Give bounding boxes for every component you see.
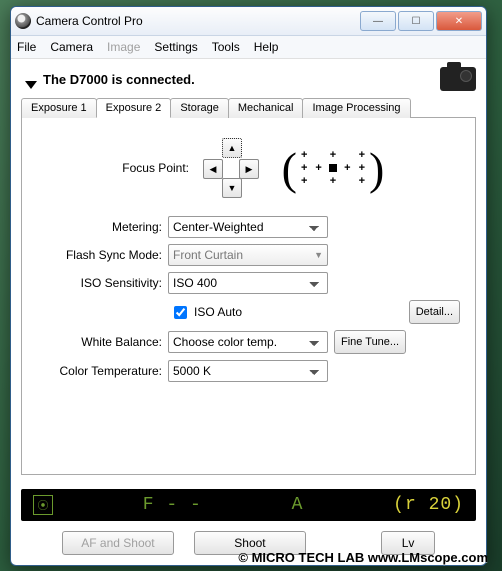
disclosure-triangle-icon[interactable] (25, 81, 37, 89)
focus-point-label: Focus Point: (104, 161, 189, 175)
dropdown-icon: ▼ (314, 250, 323, 260)
focus-up-button[interactable]: ▲ (222, 138, 242, 158)
menu-settings[interactable]: Settings (154, 40, 197, 54)
color-temp-row: Color Temperature: 5000 K (34, 360, 463, 382)
window-controls: — ☐ ✕ (358, 11, 482, 31)
focus-down-button[interactable]: ▼ (222, 178, 242, 198)
focus-left-button[interactable]: ◀ (203, 159, 223, 179)
iso-label: ISO Sensitivity: (34, 276, 162, 290)
flash-sync-row: Flash Sync Mode: Front Curtain ▼ (34, 244, 463, 266)
lcd-remaining: (r 20) (393, 495, 464, 515)
tabstrip: Exposure 1 Exposure 2 Storage Mechanical… (21, 97, 476, 118)
tab-storage[interactable]: Storage (170, 98, 229, 118)
focus-point-row: Focus Point: ▲ ◀ ▶ ▼ ( +++ ++++ +++ ) (34, 138, 463, 198)
camera-icon (440, 67, 476, 91)
af-point-grid: +++ ++++ +++ (297, 148, 369, 188)
menubar: File Camera Image Settings Tools Help (11, 36, 486, 59)
wb-label: White Balance: (34, 335, 162, 349)
detail-button[interactable]: Detail... (409, 300, 460, 324)
menu-file[interactable]: File (17, 40, 36, 54)
connection-status: The D7000 is connected. (43, 72, 195, 87)
iso-auto-row: ISO Auto Detail... (170, 300, 463, 324)
wb-select[interactable]: Choose color temp. (168, 331, 328, 353)
titlebar[interactable]: Camera Control Pro — ☐ ✕ (11, 7, 486, 36)
af-and-shoot-button: AF and Shoot (62, 531, 174, 555)
color-temp-select[interactable]: 5000 K (168, 360, 328, 382)
close-button[interactable]: ✕ (436, 11, 482, 31)
menu-help[interactable]: Help (254, 40, 279, 54)
tab-exposure1[interactable]: Exposure 1 (21, 98, 97, 118)
flash-sync-value: Front Curtain (173, 248, 243, 262)
focus-right-button[interactable]: ▶ (239, 159, 259, 179)
metering-label: Metering: (34, 220, 162, 234)
metering-select[interactable]: Center-Weighted (168, 216, 328, 238)
iso-row: ISO Sensitivity: ISO 400 (34, 272, 463, 294)
iso-auto-label: ISO Auto (194, 305, 242, 319)
tab-image-processing[interactable]: Image Processing (302, 98, 410, 118)
color-temp-label: Color Temperature: (34, 364, 162, 378)
fine-tune-button[interactable]: Fine Tune... (334, 330, 406, 354)
wb-row: White Balance: Choose color temp. Fine T… (34, 330, 463, 354)
watermark-text: © MICRO TECH LAB www.LMscope.com (238, 550, 488, 565)
flash-sync-select: Front Curtain ▼ (168, 244, 328, 266)
maximize-button[interactable]: ☐ (398, 11, 434, 31)
minimize-button[interactable]: — (360, 11, 396, 31)
af-area-display: ( +++ ++++ +++ ) (273, 140, 393, 196)
bracket-left-icon: ( (282, 142, 297, 195)
status-row: The D7000 is connected. (25, 67, 476, 91)
metering-row: Metering: Center-Weighted (34, 216, 463, 238)
app-window: Camera Control Pro — ☐ ✕ File Camera Ima… (10, 6, 487, 566)
bracket-right-icon: ) (369, 142, 384, 195)
iso-select[interactable]: ISO 400 (168, 272, 328, 294)
app-icon (15, 13, 31, 29)
tab-page-exposure2: Focus Point: ▲ ◀ ▶ ▼ ( +++ ++++ +++ ) (21, 118, 476, 475)
lcd-aperture: F - - (143, 495, 202, 515)
focus-dpad: ▲ ◀ ▶ ▼ (201, 138, 261, 198)
window-title: Camera Control Pro (36, 14, 143, 28)
iso-auto-checkbox[interactable] (174, 306, 187, 319)
client-area: The D7000 is connected. Exposure 1 Expos… (11, 59, 486, 565)
flash-sync-label: Flash Sync Mode: (34, 248, 162, 262)
menu-tools[interactable]: Tools (212, 40, 240, 54)
lcd-mode: A (292, 495, 304, 515)
tab-mechanical[interactable]: Mechanical (228, 98, 304, 118)
menu-camera[interactable]: Camera (50, 40, 93, 54)
lcd-panel: ⦿ F - - A (r 20) (21, 489, 476, 521)
af-mode-icon: ⦿ (33, 495, 53, 515)
tab-exposure2[interactable]: Exposure 2 (96, 98, 172, 118)
menu-image: Image (107, 40, 140, 54)
